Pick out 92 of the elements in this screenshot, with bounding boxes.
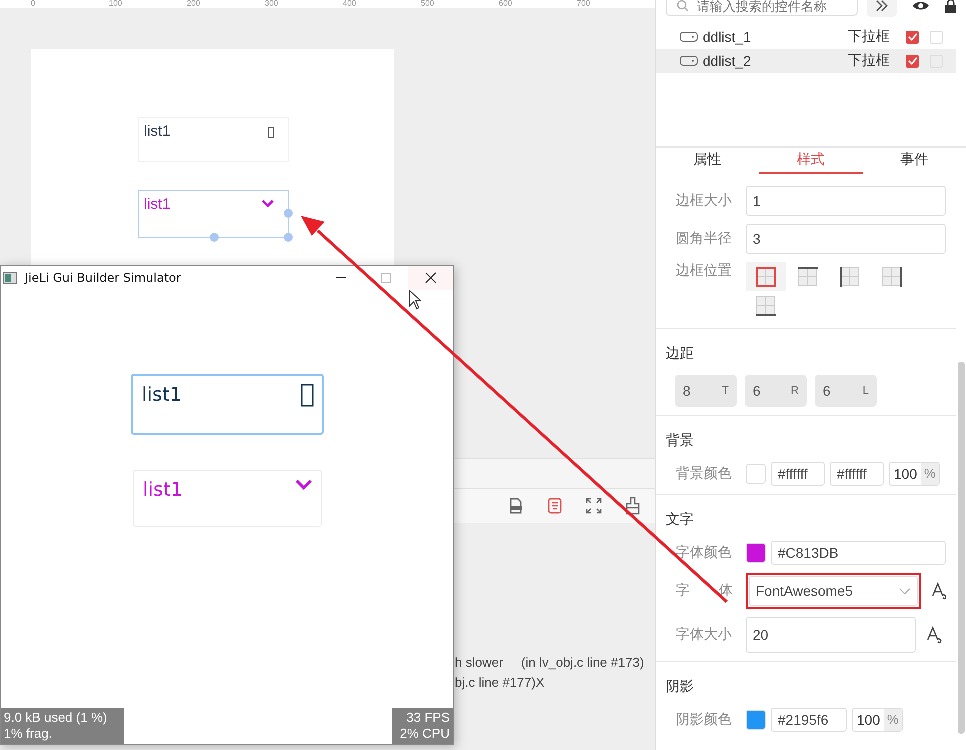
widget-name: ddlist_1 bbox=[703, 29, 752, 45]
log-text: (in lv_obj.c line #173) bbox=[521, 655, 644, 672]
dropdown-widget[interactable]: list1 bbox=[138, 117, 289, 162]
ruler-label: 0 bbox=[31, 0, 36, 8]
dropdown-text: list1 bbox=[144, 196, 171, 213]
ruler-label: 700 bbox=[577, 0, 592, 8]
app-icon bbox=[3, 272, 17, 284]
maximize-icon bbox=[380, 272, 392, 284]
close-icon bbox=[424, 272, 436, 284]
border-grid-icon bbox=[882, 266, 902, 286]
widget-name: ddlist_2 bbox=[703, 53, 752, 69]
ruler-label: 500 bbox=[421, 0, 436, 8]
visible-checkbox[interactable] bbox=[906, 30, 919, 44]
color-swatch[interactable] bbox=[746, 710, 766, 730]
widget-type: 下拉框 bbox=[848, 52, 891, 70]
font-size-field[interactable]: 20 bbox=[746, 617, 916, 653]
border-grid-icon bbox=[840, 266, 860, 286]
font-reset-icon[interactable] bbox=[926, 625, 944, 645]
padding-field[interactable]: 6 L bbox=[815, 375, 877, 407]
color-swatch[interactable] bbox=[746, 464, 766, 484]
ruler-label: 300 bbox=[265, 0, 280, 8]
border-size-field[interactable]: 1 bbox=[746, 186, 946, 216]
field-label: 阴影颜色 bbox=[676, 711, 733, 729]
section-heading: 文字 bbox=[666, 511, 695, 529]
lock-icon bbox=[945, 0, 957, 13]
ruler-label: 600 bbox=[499, 0, 514, 8]
border-grid-icon bbox=[798, 266, 818, 286]
resize-handle[interactable] bbox=[284, 209, 293, 218]
color-field[interactable]: #ffffff bbox=[830, 462, 884, 486]
radius-field[interactable]: 3 bbox=[746, 224, 946, 254]
expand-icon[interactable] bbox=[585, 497, 603, 515]
padding-field[interactable]: 6 R bbox=[745, 375, 807, 407]
widget-list-item[interactable]: ddlist_1 下拉框 bbox=[656, 25, 956, 49]
window-title: JieLi Gui Builder Simulator bbox=[25, 271, 182, 285]
log-text: h slower bbox=[455, 655, 504, 672]
visible-checkbox[interactable] bbox=[906, 54, 919, 68]
missing-glyph-icon bbox=[268, 127, 274, 138]
list-icon[interactable] bbox=[546, 497, 564, 515]
field-label: 边框大小 bbox=[676, 192, 733, 210]
font-reset-icon[interactable] bbox=[931, 581, 946, 601]
brush-icon[interactable] bbox=[624, 497, 642, 515]
widget-list-item[interactable]: ddlist_2 下拉框 bbox=[656, 49, 956, 73]
section-heading: 阴影 bbox=[666, 678, 695, 696]
ruler-label: 200 bbox=[187, 0, 202, 8]
dropdown-icon bbox=[680, 32, 698, 42]
dropdown-text: list1 bbox=[143, 479, 183, 501]
log-text: bj.c line #177)X bbox=[455, 675, 545, 692]
color-field[interactable]: #ffffff bbox=[771, 462, 825, 486]
dropdown-icon bbox=[680, 56, 698, 66]
resize-handle[interactable] bbox=[210, 233, 219, 242]
color-field[interactable]: #C813DB bbox=[771, 541, 946, 565]
font-select[interactable]: FontAwesome5 bbox=[749, 576, 918, 606]
ruler-label: 100 bbox=[109, 0, 124, 8]
resize-handle[interactable] bbox=[284, 233, 293, 242]
field-label: 背景颜色 bbox=[676, 465, 733, 483]
padding-field[interactable]: 8 T bbox=[675, 375, 737, 407]
dropdown-text: list1 bbox=[142, 384, 182, 406]
memory-stats: 9.0 kB used (1 %) 1% frag. bbox=[1, 708, 124, 744]
border-grid-icon bbox=[756, 296, 776, 316]
chevron-down-icon bbox=[295, 479, 313, 490]
opacity-field[interactable]: 100 % bbox=[889, 462, 940, 486]
field-label: 边框位置 bbox=[676, 262, 733, 280]
search-field[interactable]: 请输入搜索的控件名称 bbox=[666, 0, 858, 16]
field-label: 体 bbox=[719, 582, 733, 600]
ruler-label: 400 bbox=[343, 0, 358, 8]
field-label: 字体颜色 bbox=[676, 544, 733, 562]
chevron-down-icon bbox=[262, 200, 274, 208]
mouse-cursor-icon bbox=[409, 290, 423, 310]
document-icon[interactable] bbox=[507, 497, 525, 515]
border-grid-icon bbox=[756, 266, 776, 286]
field-label: 字体大小 bbox=[676, 626, 733, 644]
scrollbar[interactable] bbox=[958, 362, 965, 734]
missing-glyph-icon bbox=[301, 384, 314, 407]
section-heading: 边距 bbox=[666, 345, 695, 363]
field-label: 圆角半径 bbox=[676, 230, 733, 248]
color-swatch[interactable] bbox=[746, 543, 766, 563]
widget-type: 下拉框 bbox=[848, 28, 891, 46]
color-field[interactable]: #2195f6 bbox=[771, 708, 847, 732]
close-button[interactable] bbox=[408, 266, 453, 290]
lock-checkbox[interactable] bbox=[930, 30, 943, 44]
dropdown-text: list1 bbox=[144, 123, 171, 140]
opacity-field[interactable]: 100 % bbox=[852, 708, 903, 732]
section-heading: 背景 bbox=[666, 432, 695, 450]
double-chevron-icon bbox=[875, 0, 889, 12]
dropdown-widget[interactable]: list1 bbox=[133, 470, 322, 527]
performance-stats: 33 FPS 2% CPU bbox=[392, 708, 453, 744]
search-icon bbox=[677, 0, 689, 12]
field-label: 字 bbox=[676, 582, 690, 600]
dropdown-widget[interactable]: list1 bbox=[131, 374, 324, 435]
chevron-down-icon bbox=[899, 588, 911, 594]
border-position-option[interactable] bbox=[746, 262, 786, 291]
collapse-button[interactable] bbox=[867, 0, 897, 17]
